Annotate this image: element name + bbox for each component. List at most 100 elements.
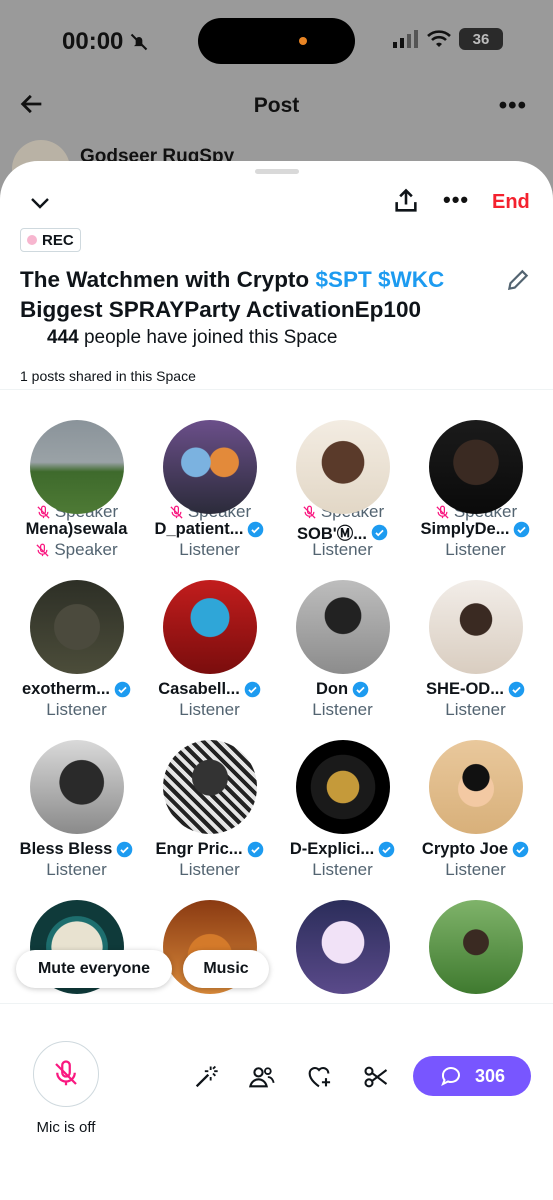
participant-role: Listener: [10, 860, 143, 880]
participant-role-text: Listener: [312, 860, 373, 879]
participant-avatar[interactable]: [296, 900, 390, 994]
participant-role-text: Listener: [46, 700, 107, 719]
participant-avatar[interactable]: [429, 900, 523, 994]
chevron-down-icon[interactable]: [28, 191, 52, 215]
participants-grid: Speaker Speaker Speaker Speaker Mena)sew…: [0, 390, 553, 1002]
participant-role: Listener: [276, 860, 409, 880]
participant-role-text: Listener: [179, 700, 240, 719]
participant-role: Listener: [143, 540, 276, 560]
participant-avatar[interactable]: [163, 740, 257, 834]
participant-name: Don: [276, 680, 409, 699]
post-header: Post •••: [0, 86, 553, 126]
joined-label: people have joined this Space: [78, 327, 338, 348]
participant-avatar[interactable]: [163, 420, 257, 514]
participant-name-text: Don: [315, 680, 349, 698]
participant-avatar[interactable]: [30, 420, 124, 514]
participant-avatar[interactable]: [429, 420, 523, 514]
participant-name-text: SHE-OD...: [426, 680, 504, 698]
end-space-button[interactable]: End: [492, 191, 530, 214]
joined-number: 444: [47, 327, 79, 348]
music-button[interactable]: Music: [183, 950, 269, 988]
heart-plus-icon[interactable]: [305, 1063, 333, 1091]
comments-button[interactable]: 306: [413, 1056, 531, 1096]
participant-cell[interactable]: ...\t...d...: [276, 900, 409, 1002]
participant-name-text: exotherm...: [21, 680, 111, 698]
participant-role: Speaker: [10, 540, 143, 560]
participant-name-text: MAN OF GR...: [22, 1000, 130, 1002]
signal-icon: [393, 30, 418, 48]
participant-role: Listener: [276, 700, 409, 720]
participant-name: D-Explici...: [276, 840, 409, 859]
participant-name: Mena)sewala: [10, 520, 143, 539]
recording-indicator-dot: [299, 37, 307, 45]
participant-cell[interactable]: Crypto Joe Listener: [409, 740, 542, 900]
participant-name-text: Bless Bless: [19, 840, 113, 858]
sheet-grabber[interactable]: [255, 169, 299, 174]
participant-name-text: SimplyDe...: [420, 520, 510, 538]
participant-cell[interactable]: SimplyDe... Listener: [409, 420, 542, 580]
participant-role-text: Listener: [312, 540, 373, 559]
bell-muted-icon: [131, 33, 148, 51]
post-title: Post: [253, 94, 300, 117]
space-sheet: ••• End REC The Watchmen with Crypto $SP…: [0, 161, 553, 1200]
participant-role-text: Listener: [445, 700, 506, 719]
participant-name: exotherm...: [10, 680, 143, 699]
participant-name: Casabell...: [143, 680, 276, 699]
participant-avatar[interactable]: [429, 580, 523, 674]
participant-avatar[interactable]: [296, 580, 390, 674]
participant-role: Listener: [409, 540, 542, 560]
participant-cell[interactable]: Aryl Mabi...: [409, 900, 542, 1002]
verified-badge-icon: [114, 681, 131, 698]
mute-everyone-button[interactable]: Mute everyone: [16, 950, 172, 988]
dynamic-island: [198, 18, 355, 64]
participant-name-text: D_patient...: [154, 520, 244, 538]
participant-avatar[interactable]: [296, 740, 390, 834]
participant-avatar[interactable]: [30, 580, 124, 674]
participant-avatar[interactable]: [30, 740, 124, 834]
participant-cell[interactable]: Casabell... Listener: [143, 580, 276, 740]
participant-role-text: Listener: [179, 540, 240, 559]
participant-avatar[interactable]: [429, 740, 523, 834]
participant-name-text: Engr Pric...: [155, 840, 243, 858]
mic-status-label: Mic is off: [36, 1119, 96, 1136]
cashtag-wkc[interactable]: $WKC: [378, 267, 444, 292]
more-icon[interactable]: •••: [443, 187, 469, 213]
participant-name: D_patient...: [143, 520, 276, 539]
participant-cell[interactable]: SHE-OD... Listener: [409, 580, 542, 740]
rec-label: REC: [42, 231, 74, 249]
participant-cell[interactable]: Engr Pric... Listener: [143, 740, 276, 900]
participant-avatar[interactable]: [296, 420, 390, 514]
battery-indicator: 36: [459, 28, 503, 50]
participant-name-text: Casabell...: [158, 680, 240, 698]
verified-badge-icon: [247, 841, 263, 858]
status-time: 00:00: [62, 28, 149, 56]
verified-badge-icon: [371, 524, 388, 540]
participant-cell[interactable]: Don Listener: [276, 580, 409, 740]
participant-cell[interactable]: Bless Bless Listener: [10, 740, 143, 900]
magic-wand-icon[interactable]: [192, 1063, 220, 1091]
cashtag-spt[interactable]: $SPT: [315, 267, 371, 292]
recording-badge: REC: [20, 228, 81, 252]
participant-name: Aryl Mabi...: [409, 1000, 542, 1002]
participant-avatar[interactable]: [163, 580, 257, 674]
participant-cell[interactable]: exotherm... Listener: [10, 580, 143, 740]
participant-cell[interactable]: D-Explici... Listener: [276, 740, 409, 900]
edit-pencil-icon[interactable]: [505, 267, 531, 293]
participant-name-text: Aryl Mabi...: [431, 1000, 519, 1002]
participant-role: Listener: [10, 700, 143, 720]
clip-scissors-icon[interactable]: [362, 1063, 390, 1091]
verified-badge-icon: [117, 841, 133, 858]
participant-cell[interactable]: SOB'Ⓜ... Listener: [276, 420, 409, 580]
posts-shared-link[interactable]: 1 posts shared in this Space: [20, 368, 196, 384]
verified-badge-icon: [378, 841, 395, 858]
share-icon[interactable]: [392, 187, 420, 215]
people-icon[interactable]: [248, 1063, 276, 1091]
mic-off-icon: [36, 543, 49, 557]
participant-cell[interactable]: D_patient... Listener: [143, 420, 276, 580]
participant-role-text: Listener: [445, 860, 506, 879]
participant-role-text: Listener: [46, 860, 107, 879]
participant-cell[interactable]: Mena)sewala Speaker: [10, 420, 143, 580]
more-options-icon[interactable]: •••: [499, 92, 527, 120]
wifi-icon: [427, 30, 451, 47]
mic-toggle-button[interactable]: [33, 1041, 99, 1107]
